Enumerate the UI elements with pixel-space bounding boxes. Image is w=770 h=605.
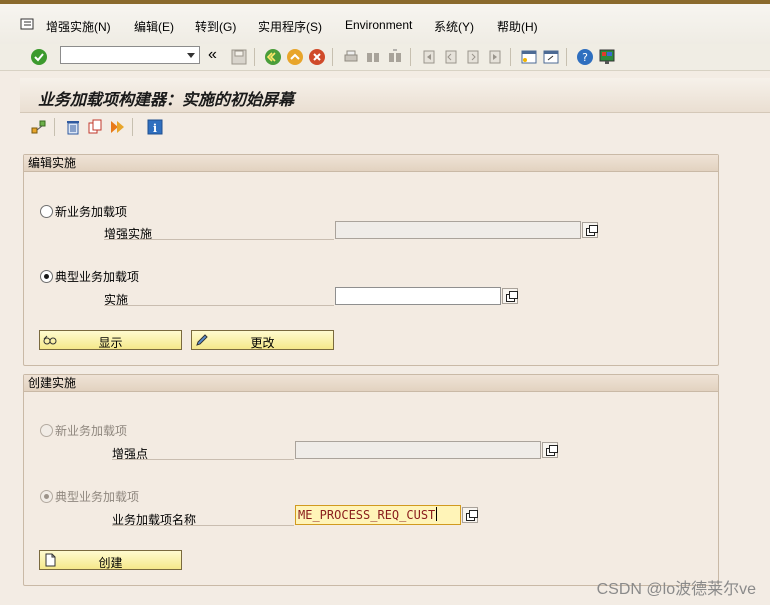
back-green-icon[interactable] [264,48,282,66]
svg-text:?: ? [582,51,588,64]
create-button[interactable]: 创建 [39,550,182,570]
exit-yellow-icon[interactable] [286,48,304,66]
toolbar-separator [510,48,511,66]
menu-enhancement-impl[interactable]: 增强实施(N) [46,18,111,35]
menu-system[interactable]: 系统(Y) [434,18,474,35]
change-button[interactable]: 更改 [191,330,334,350]
enhancement-impl-field[interactable] [335,221,581,239]
toolbar-separator [410,48,411,66]
hierarchy-icon[interactable] [30,118,48,136]
activate-icon[interactable] [108,118,126,136]
last-page-icon[interactable] [486,48,504,66]
create-option-classic-badi: 典型业务加载项 [40,488,139,505]
badi-name-value: ME_PROCESS_REQ_CUST [298,508,436,522]
menu-edit[interactable]: 编辑(E) [134,18,174,35]
edit-option-classic-badi[interactable]: 典型业务加载项 [40,268,139,285]
menu-environment[interactable]: Environment [345,18,412,32]
label-underline [112,525,294,526]
value-help-icon[interactable] [502,288,518,304]
radio-button[interactable] [40,270,53,283]
find-next-icon[interactable] [386,48,404,66]
check-icon[interactable] [30,48,48,66]
svg-text:i: i [153,122,157,135]
shortcut-icon[interactable] [542,48,560,66]
info-icon[interactable]: i [146,118,164,136]
change-button-label: 更改 [250,336,275,350]
first-page-icon[interactable] [420,48,438,66]
toolbar-separator [254,48,255,66]
watermark-text: CSDN @lo波德莱尔ve [596,581,756,598]
help-icon[interactable]: ? [576,48,594,66]
layout-icon[interactable] [598,48,616,66]
menu-utilities[interactable]: 实用程序(S) [258,18,322,35]
toolbar-separator [332,48,333,66]
toolbar-separator [132,118,133,136]
menu-help[interactable]: 帮助(H) [497,18,538,35]
cancel-red-icon[interactable] [308,48,326,66]
collapse-icon[interactable]: « [208,46,226,64]
value-help-icon[interactable] [542,442,558,458]
prev-page-icon[interactable] [442,48,460,66]
radio-label: 新业务加载项 [55,424,128,438]
value-help-icon[interactable] [582,222,598,238]
find-icon[interactable] [364,48,382,66]
menu-bar: 增强实施(N) 编辑(E) 转到(G) 实用程序(S) Environment … [0,4,770,44]
save-icon[interactable] [230,48,248,66]
label-underline [104,239,334,240]
next-page-icon[interactable] [464,48,482,66]
page-title: 业务加载项构建器：实施的初始屏幕 [38,90,295,109]
title-bar: 业务加载项构建器：实施的初始屏幕 [20,78,770,113]
label-underline [112,459,294,460]
value-help-icon[interactable] [462,507,478,523]
label-underline [104,305,334,306]
group-title: 编辑实施 [24,155,718,172]
delete-icon[interactable] [64,118,82,136]
radio-button [40,424,53,437]
create-option-new-badi: 新业务加载项 [40,422,127,439]
display-button-label: 显示 [98,336,123,350]
radio-button [40,490,53,503]
copy-icon[interactable] [86,118,104,136]
print-icon[interactable] [342,48,360,66]
application-toolbar: i [20,114,770,142]
enhancement-spot-field[interactable] [295,441,541,459]
implementation-field[interactable] [335,287,501,305]
radio-button[interactable] [40,205,53,218]
chevron-down-icon[interactable] [187,53,195,58]
text-cursor [436,507,438,521]
toolbar-separator [566,48,567,66]
menu-icon[interactable] [20,18,34,30]
menu-goto[interactable]: 转到(G) [195,18,236,35]
toolbar-separator [54,118,55,136]
edit-option-new-badi[interactable]: 新业务加载项 [40,203,127,220]
radio-label: 典型业务加载项 [55,270,140,284]
radio-label: 新业务加载项 [55,205,128,219]
command-field[interactable] [60,46,200,64]
display-button[interactable]: 显示 [39,330,182,350]
standard-toolbar: « ? [0,44,770,71]
new-session-icon[interactable] [520,48,538,66]
group-title: 创建实施 [24,375,718,392]
badi-name-field[interactable]: ME_PROCESS_REQ_CUST [295,505,461,525]
create-button-label: 创建 [98,556,123,570]
radio-label: 典型业务加载项 [55,490,140,504]
